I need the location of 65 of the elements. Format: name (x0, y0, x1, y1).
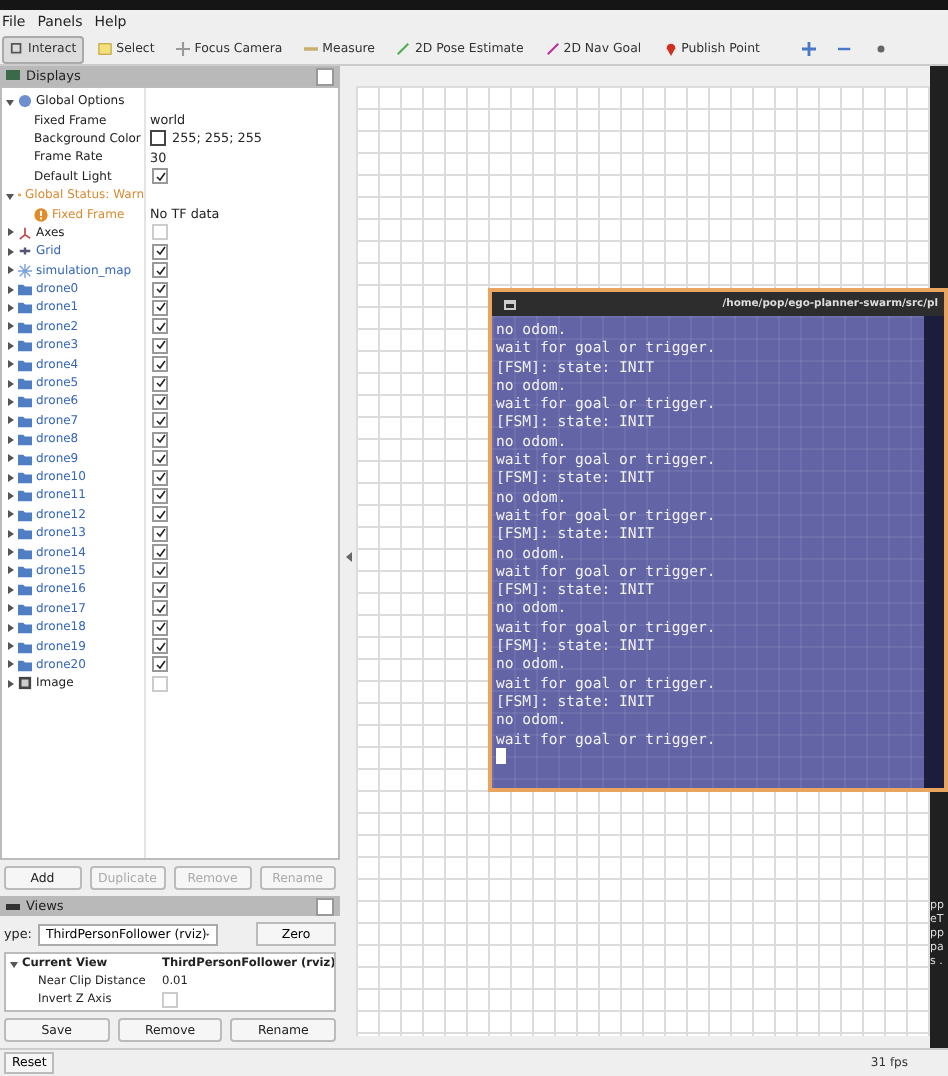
collapsed-arrow-icon[interactable] (6, 228, 14, 237)
checkbox[interactable] (152, 506, 168, 523)
minus-icon (837, 42, 852, 56)
collapsed-arrow-icon[interactable] (6, 491, 14, 500)
checkbox[interactable] (152, 318, 168, 335)
cursor-icon (10, 42, 24, 56)
globe-icon (18, 94, 32, 109)
collapsed-arrow-icon[interactable] (6, 604, 14, 613)
float-button[interactable] (316, 898, 334, 916)
checkbox[interactable] (152, 393, 168, 410)
float-button[interactable] (316, 68, 334, 86)
checkbox[interactable] (152, 581, 168, 598)
collapsed-arrow-icon[interactable] (6, 679, 14, 688)
checkbox[interactable] (152, 168, 168, 185)
checkbox[interactable] (152, 469, 168, 485)
checkbox[interactable] (152, 525, 168, 542)
checkbox[interactable] (152, 281, 168, 298)
checkbox[interactable] (152, 375, 168, 392)
selection-icon (98, 42, 113, 56)
monitor-icon (6, 70, 20, 82)
map-icon (18, 263, 32, 278)
checkbox[interactable] (152, 299, 168, 316)
color-swatch[interactable] (150, 130, 166, 147)
expanded-arrow-icon[interactable] (10, 959, 18, 967)
expanded-arrow-icon[interactable] (6, 97, 14, 106)
checkbox[interactable] (152, 356, 168, 373)
collapsed-arrow-icon[interactable] (6, 266, 14, 275)
collapsed-arrow-icon[interactable] (6, 435, 14, 444)
checkbox[interactable] (152, 638, 168, 655)
collapsed-arrow-icon[interactable] (6, 585, 14, 594)
crosshair-icon (176, 42, 191, 56)
collapsed-arrow-icon[interactable] (6, 623, 14, 632)
text-cursor (496, 747, 506, 764)
checkbox[interactable] (152, 656, 168, 673)
move-icon (801, 42, 816, 56)
collapsed-arrow-icon[interactable] (6, 454, 14, 463)
grid-icon (18, 244, 32, 259)
collapsed-arrow-icon[interactable] (6, 360, 14, 369)
checkbox[interactable] (152, 412, 168, 429)
collapsed-arrow-icon[interactable] (6, 529, 14, 538)
checkbox[interactable] (152, 544, 168, 561)
collapsed-arrow-icon[interactable] (6, 510, 14, 519)
checkbox[interactable] (152, 487, 168, 504)
collapsed-arrow-icon[interactable] (6, 322, 14, 331)
ruler-icon (304, 42, 319, 56)
checkbox[interactable] (152, 262, 168, 279)
dot-icon (873, 42, 888, 56)
expanded-arrow-icon[interactable] (6, 191, 14, 200)
checkbox[interactable] (152, 562, 168, 579)
collapsed-arrow-icon[interactable] (6, 341, 14, 350)
collapsed-arrow-icon[interactable] (6, 247, 14, 256)
checkbox[interactable] (152, 600, 168, 617)
axes-icon (18, 225, 32, 240)
checkbox[interactable] (152, 337, 168, 354)
splitter-handle-icon[interactable] (345, 552, 351, 562)
collapsed-arrow-icon[interactable] (6, 416, 14, 425)
checkbox[interactable] (152, 450, 168, 467)
checkbox[interactable] (152, 431, 168, 448)
terminal-tab-icon[interactable] (504, 299, 516, 309)
collapsed-arrow-icon[interactable] (6, 473, 14, 481)
camera-icon (6, 901, 20, 911)
image-icon (18, 676, 32, 691)
checkbox[interactable] (152, 243, 168, 260)
map-pin-icon (663, 42, 678, 56)
checkbox[interactable] (152, 619, 168, 636)
